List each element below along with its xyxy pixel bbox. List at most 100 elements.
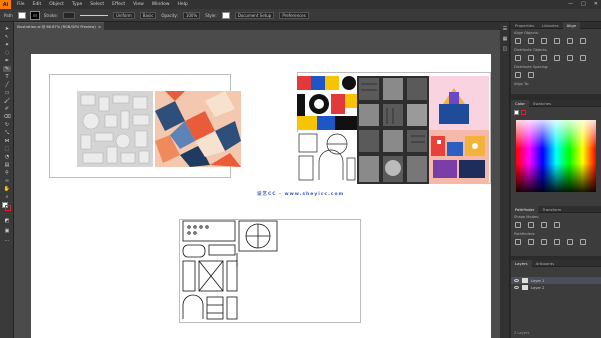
lasso-tool-icon[interactable]: ◌ <box>3 50 11 56</box>
distribute-left-icon[interactable] <box>554 55 560 61</box>
intersect-icon[interactable] <box>541 222 547 228</box>
folded-paper-image[interactable] <box>155 91 241 167</box>
paintbrush-tool-icon[interactable]: 🖌 <box>3 98 11 104</box>
distribute-top-icon[interactable] <box>515 55 521 61</box>
align-left-icon[interactable] <box>515 38 521 44</box>
libraries-panel-icon[interactable]: ▦ <box>501 36 509 42</box>
menu-view[interactable]: View <box>133 2 144 7</box>
layer-name[interactable]: Layer 2 <box>531 286 544 290</box>
crop-icon[interactable] <box>554 239 560 245</box>
color-spectrum[interactable] <box>516 120 596 192</box>
trim-icon[interactable] <box>528 239 534 245</box>
tab-close-icon[interactable]: × <box>98 25 101 29</box>
tab-layers[interactable]: Layers <box>511 259 532 267</box>
unite-icon[interactable] <box>515 222 521 228</box>
outline-icon[interactable] <box>567 239 573 245</box>
draw-mode-icon[interactable]: ◩ <box>3 218 11 224</box>
pencil-tool-icon[interactable]: ✎ <box>3 66 11 72</box>
hand-tool-icon[interactable]: ✋ <box>3 186 11 192</box>
current-fill-icon[interactable] <box>514 110 519 115</box>
distribute-vcenter-icon[interactable] <box>528 55 534 61</box>
horizontal-spacing-icon[interactable] <box>528 72 534 78</box>
align-top-icon[interactable] <box>554 38 560 44</box>
menu-window[interactable]: Window <box>152 2 170 7</box>
menu-object[interactable]: Object <box>49 2 64 7</box>
selection-tool-icon[interactable]: ➤ <box>3 26 11 32</box>
rectangle-tool-icon[interactable]: ▭ <box>3 90 11 96</box>
fill-swatch[interactable] <box>17 11 26 19</box>
maximize-button[interactable]: □ <box>581 1 586 7</box>
distribute-right-icon[interactable] <box>580 55 586 61</box>
distribute-bottom-icon[interactable] <box>541 55 547 61</box>
menu-edit[interactable]: Edit <box>33 2 42 7</box>
bauhaus-tile-image[interactable] <box>297 76 357 130</box>
brush-dropdown[interactable]: Basic <box>139 11 157 19</box>
align-center-icon[interactable] <box>528 38 534 44</box>
tab-swatches[interactable]: Swatches <box>529 100 555 107</box>
tab-transform[interactable]: Transform <box>538 206 565 213</box>
pen-tool-icon[interactable]: ✒ <box>3 58 11 64</box>
menu-type[interactable]: Type <box>72 2 82 7</box>
document-tab[interactable]: Illustration.ai @ 66.67% (RGB/GPU Previe… <box>14 22 104 30</box>
shape-builder-tool-icon[interactable]: ◔ <box>3 154 11 160</box>
tab-align[interactable]: Align <box>562 21 581 29</box>
layers-panel-icon[interactable]: ◫ <box>501 46 509 52</box>
divide-icon[interactable] <box>515 239 521 245</box>
menu-effect[interactable]: Effect <box>112 2 125 7</box>
close-button[interactable]: ✕ <box>594 1 598 7</box>
blend-tool-icon[interactable]: ∞ <box>3 178 11 184</box>
opacity-field[interactable]: 100% <box>182 11 201 19</box>
zoom-tool-icon[interactable]: ⌕ <box>3 194 11 200</box>
visibility-eye-icon[interactable] <box>514 286 519 289</box>
line-art-tile-image[interactable] <box>297 132 357 184</box>
tab-color[interactable]: Color <box>511 99 529 107</box>
magic-wand-tool-icon[interactable]: ✦ <box>3 42 11 48</box>
scale-tool-icon[interactable]: ⤡ <box>3 130 11 136</box>
tab-pathfinder[interactable]: Pathfinder <box>511 205 539 213</box>
align-middle-icon[interactable] <box>567 38 573 44</box>
free-transform-tool-icon[interactable]: ⬚ <box>3 146 11 152</box>
current-stroke-icon[interactable] <box>521 110 526 115</box>
layer-row[interactable]: Layer 2 <box>511 284 601 291</box>
preferences-button[interactable]: Preferences <box>279 11 309 19</box>
direct-selection-tool-icon[interactable]: ↖ <box>3 34 11 40</box>
stroke-color-icon[interactable] <box>5 205 11 211</box>
pastel-city-image[interactable] <box>429 76 489 184</box>
canvas-pasteboard[interactable]: 设艺CC · www.sheyicc.com <box>14 30 500 338</box>
visibility-eye-icon[interactable] <box>514 279 519 282</box>
align-bottom-icon[interactable] <box>580 38 586 44</box>
minus-front-icon[interactable] <box>528 222 534 228</box>
distribute-hcenter-icon[interactable] <box>567 55 573 61</box>
line-tool-icon[interactable]: ╱ <box>3 82 11 88</box>
exclude-icon[interactable] <box>554 222 560 228</box>
screen-mode-icon[interactable]: ▣ <box>3 228 11 234</box>
merge-icon[interactable] <box>541 239 547 245</box>
width-tool-icon[interactable]: ⋈ <box>3 138 11 144</box>
shaper-tool-icon[interactable]: ✐ <box>3 106 11 112</box>
eyedropper-tool-icon[interactable]: ⚲ <box>3 170 11 176</box>
menu-file[interactable]: File <box>17 2 25 7</box>
profile-dropdown[interactable]: Uniform <box>112 11 135 19</box>
stroke-swatch[interactable] <box>29 10 40 20</box>
tab-artboards[interactable]: Artboards <box>532 260 559 267</box>
gradient-tool-icon[interactable]: ▤ <box>3 162 11 168</box>
more-tools-icon[interactable]: ⋯ <box>3 238 11 244</box>
menu-help[interactable]: Help <box>178 2 188 7</box>
minimize-button[interactable]: — <box>568 1 573 7</box>
properties-panel-icon[interactable]: ☰ <box>501 26 509 32</box>
eraser-tool-icon[interactable]: ⌫ <box>3 114 11 120</box>
menu-select[interactable]: Select <box>90 2 104 7</box>
layer-row[interactable]: Layer 1 <box>511 277 601 284</box>
document-setup-button[interactable]: Document Setup <box>234 11 275 19</box>
minus-back-icon[interactable] <box>580 239 586 245</box>
style-swatch[interactable] <box>221 11 230 19</box>
type-tool-icon[interactable]: T <box>3 74 11 80</box>
monochrome-architecture-image[interactable] <box>357 76 429 184</box>
line-drawing-art[interactable] <box>179 219 283 323</box>
tab-libraries[interactable]: Libraries <box>538 22 562 29</box>
vertical-spacing-icon[interactable] <box>515 72 521 78</box>
tab-properties[interactable]: Properties <box>511 22 538 29</box>
stroke-weight-field[interactable] <box>62 11 75 19</box>
align-right-icon[interactable] <box>541 38 547 44</box>
carved-relief-image[interactable] <box>77 91 153 167</box>
